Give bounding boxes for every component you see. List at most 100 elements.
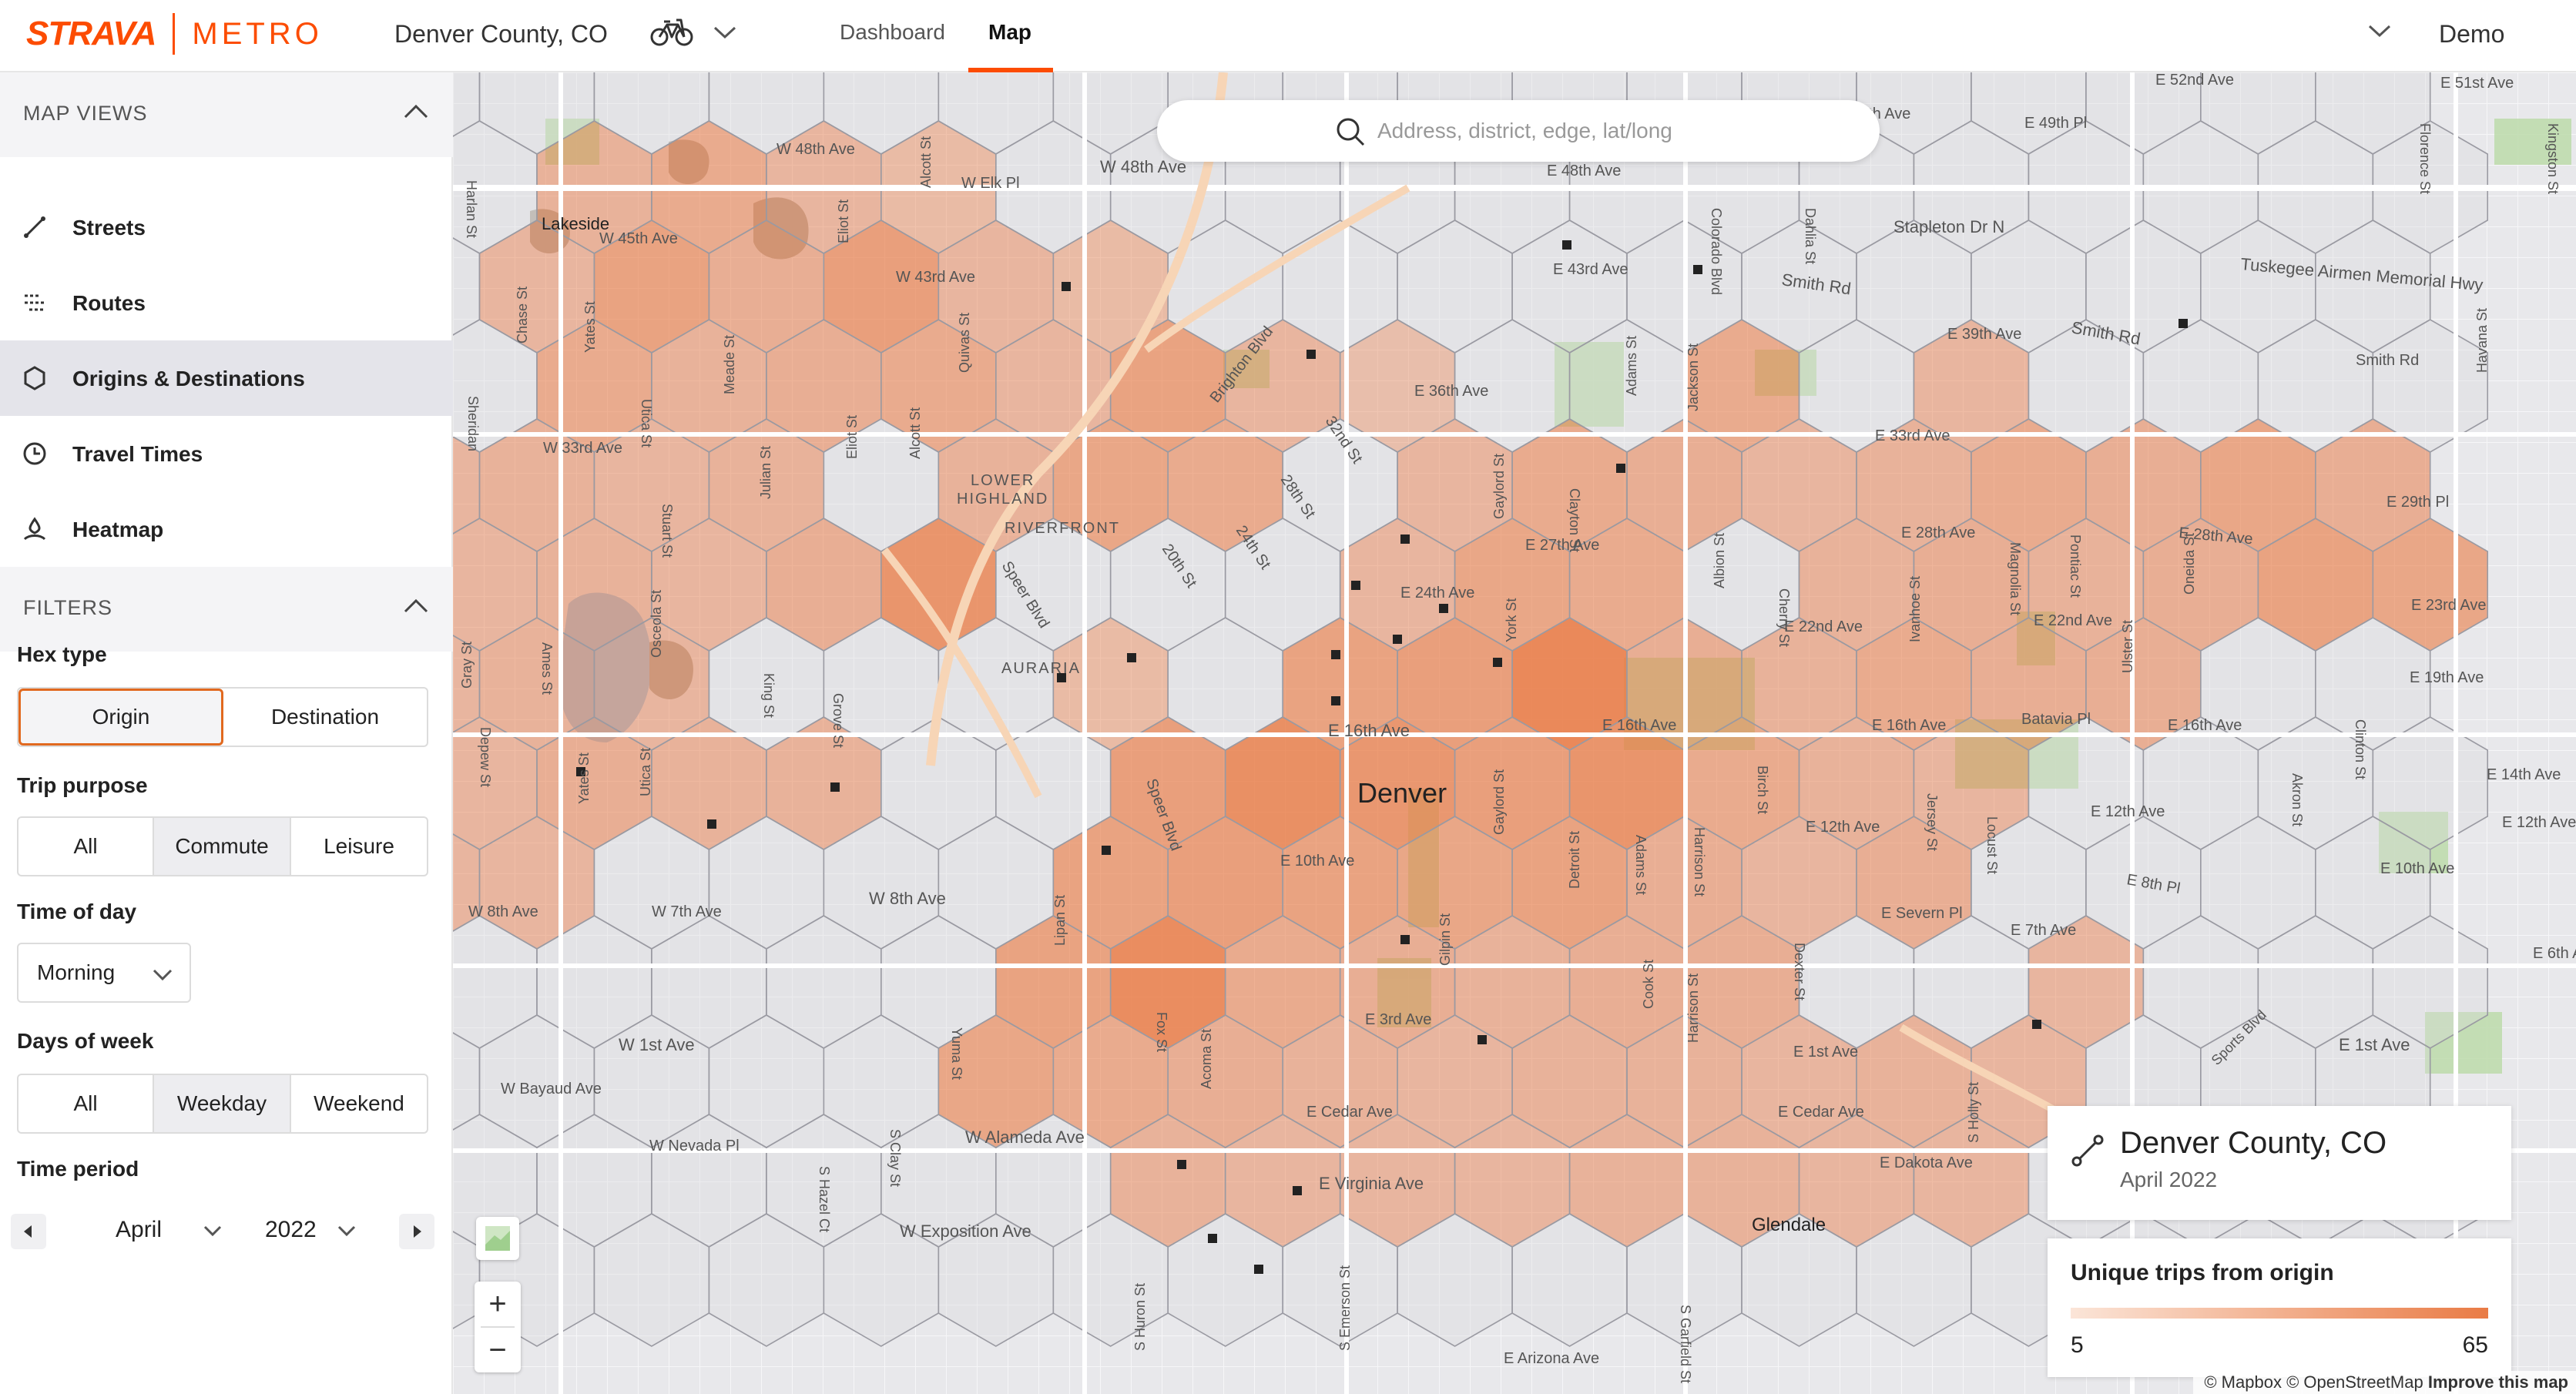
prev-period-button[interactable] — [11, 1214, 46, 1249]
strava-metro-logo[interactable]: STRAVA METRO — [26, 13, 323, 55]
label-e-39th: E 39th Ave — [1947, 326, 2021, 343]
map-canvas[interactable]: Lakeside W 45th Ave W 48th Ave W 43rd Av… — [453, 72, 2576, 1394]
label-adams-b: Adams St — [1633, 835, 1649, 895]
region-selector[interactable]: Denver County, CO — [394, 20, 608, 49]
label-severn: E Severn Pl — [1881, 905, 1963, 922]
label-adams: Adams St — [1624, 336, 1639, 396]
label-gilpin: Gilpin St — [1437, 913, 1453, 966]
time-of-day-label: Time of day — [17, 900, 137, 923]
label-e-12th-c: E 12th Ave — [2502, 814, 2576, 831]
chevron-down-icon[interactable] — [710, 18, 740, 46]
label-albion: Albion St — [1712, 533, 1727, 588]
zoom-out-button[interactable]: − — [475, 1328, 521, 1372]
label-locust: Locust St — [1984, 816, 2000, 874]
info-subtitle: April 2022 — [2120, 1168, 2218, 1191]
tab-dashboard[interactable]: Dashboard — [840, 20, 945, 45]
chevron-down-icon[interactable] — [202, 1221, 223, 1240]
label-clayton: Clayton St — [1567, 488, 1582, 552]
view-label: Routes — [72, 291, 146, 315]
attribution-osm[interactable]: © OpenStreetMap — [2286, 1372, 2423, 1392]
zoom-controls: + − — [475, 1282, 521, 1372]
next-period-button[interactable] — [399, 1214, 434, 1249]
caret-right-icon — [414, 1225, 421, 1238]
label-colorado: Colorado Blvd — [1709, 208, 1724, 295]
label-w-elk: W Elk Pl — [961, 175, 1020, 192]
map-view-streets[interactable]: Streets — [0, 189, 453, 265]
label-dexter: Dexter St — [1792, 943, 1807, 1000]
month-select[interactable]: April — [116, 1217, 162, 1243]
hex-type-origin[interactable]: Origin — [18, 689, 223, 746]
label-w-45th: W 45th Ave — [599, 230, 678, 247]
chevron-down-icon[interactable] — [2365, 17, 2394, 45]
chevron-up-icon[interactable] — [402, 595, 430, 618]
map-view-travel-times[interactable]: Travel Times — [0, 416, 453, 491]
top-bar: STRAVA METRO Denver County, CO Dashboard… — [0, 0, 2576, 72]
label-sheridan: Sheridan — [465, 396, 481, 451]
label-w-8th: W 8th Ave — [468, 903, 538, 920]
label-e-52nd: E 52nd Ave — [2155, 72, 2234, 89]
days-of-week-weekday[interactable]: Weekday — [154, 1075, 291, 1132]
label-e-22nd-b: E 22nd Ave — [2034, 612, 2112, 629]
legend-title: Unique trips from origin — [2071, 1260, 2334, 1285]
label-julian: Julian St — [758, 446, 773, 499]
map-view-heatmap[interactable]: Heatmap — [0, 491, 453, 567]
year-select[interactable]: 2022 — [265, 1217, 317, 1243]
label-gaylord: Gaylord St — [1491, 769, 1507, 835]
clock-icon — [23, 442, 46, 465]
filters-header[interactable]: FILTERS — [0, 567, 453, 652]
label-e-49th: E 49th Pl — [2024, 115, 2087, 132]
label-stapleton: Stapleton Dr N — [1893, 217, 2004, 236]
label-e-6th: E 6th Ave — [2533, 945, 2576, 962]
chevron-down-icon[interactable] — [336, 1221, 357, 1240]
map-search[interactable] — [1157, 100, 1880, 162]
chevron-up-icon[interactable] — [402, 100, 430, 123]
time-of-day-select[interactable]: Morning — [17, 943, 191, 1003]
label-yates-b: Yates St — [576, 752, 592, 804]
time-period-row: April 2022 — [0, 1209, 453, 1255]
map-view-origins-destinations[interactable]: Origins & Destinations — [0, 340, 453, 416]
bike-icon[interactable] — [650, 17, 693, 48]
days-of-week-weekend[interactable]: Weekend — [291, 1075, 427, 1132]
label-e-36th: E 36th Ave — [1414, 383, 1488, 400]
map-attribution: © Mapbox © OpenStreetMap Improve this ma… — [2193, 1371, 2576, 1394]
days-of-week-all[interactable]: All — [18, 1075, 154, 1132]
search-input[interactable] — [1377, 111, 1840, 151]
label-e-22nd: E 22nd Ave — [1784, 618, 1863, 635]
map-views-header[interactable]: MAP VIEWS — [0, 72, 453, 157]
attribution-mapbox[interactable]: © Mapbox — [2204, 1372, 2282, 1392]
active-tab-indicator — [968, 68, 1053, 72]
label-highland: HIGHLAND — [957, 491, 1048, 508]
label-cook: Cook St — [1641, 960, 1656, 1009]
user-menu[interactable]: Demo — [2439, 20, 2504, 49]
tab-map[interactable]: Map — [988, 20, 1031, 45]
time-period-label: Time period — [17, 1157, 139, 1181]
trip-purpose-all[interactable]: All — [18, 818, 154, 875]
days-of-week-toggle: All Weekday Weekend — [17, 1074, 428, 1134]
label-yates: Yates St — [582, 301, 598, 353]
label-quivas: Quivas St — [957, 313, 972, 373]
label-garfield: S Garfield St — [1678, 1305, 1693, 1383]
label-e-7th: E 7th Ave — [2011, 922, 2076, 939]
label-dahlia: Dahlia St — [1803, 208, 1818, 264]
label-e-12th-b: E 12th Ave — [1806, 819, 1880, 836]
trip-purpose-commute[interactable]: Commute — [154, 818, 291, 875]
legend-max: 65 — [2462, 1332, 2488, 1358]
zoom-in-button[interactable]: + — [475, 1282, 521, 1326]
label-york: York St — [1504, 598, 1519, 642]
map-view-routes[interactable]: Routes — [0, 265, 453, 340]
filters-label: FILTERS — [23, 596, 113, 619]
label-e-arizona: E Arizona Ave — [1504, 1350, 1599, 1367]
label-e-12th: E 12th Ave — [2091, 803, 2165, 820]
label-e-16th: E 16th Ave — [1328, 721, 1410, 740]
brand-divider — [173, 13, 176, 55]
hex-type-destination[interactable]: Destination — [223, 689, 427, 746]
map-style-toggle[interactable] — [476, 1217, 519, 1260]
label-grove: Grove St — [830, 693, 846, 748]
legend-gradient — [2071, 1308, 2488, 1319]
attribution-improve[interactable]: Improve this map — [2428, 1372, 2568, 1392]
region-info-card: Denver County, CO April 2022 — [2048, 1106, 2511, 1220]
view-label: Heatmap — [72, 518, 164, 541]
label-e-23rd: E 23rd Ave — [2411, 597, 2486, 614]
trip-purpose-leisure[interactable]: Leisure — [291, 818, 427, 875]
streets-icon — [24, 216, 45, 238]
